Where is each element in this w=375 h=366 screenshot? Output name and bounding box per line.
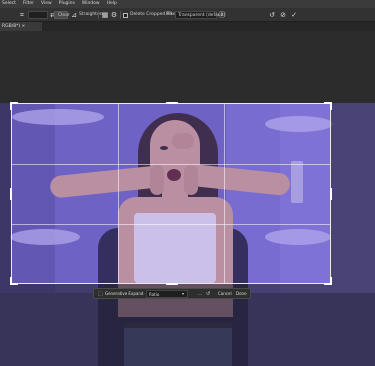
- more-options-button[interactable]: …: [198, 290, 202, 298]
- commit-check-icon[interactable]: ✓: [290, 11, 298, 19]
- options-bar: ⌗ ⇄ Clear ⊿ Straighten ▦ ⚙ Delete Croppe…: [0, 8, 375, 22]
- menu-select[interactable]: Select: [2, 0, 16, 8]
- document-tab-bar: RGB/8*) ×: [0, 22, 375, 31]
- menu-window[interactable]: Window: [82, 0, 100, 8]
- crop-handle-bottom[interactable]: [166, 283, 178, 285]
- crop-handle-bottom-left[interactable]: [10, 277, 18, 285]
- crop-grid-line: [224, 104, 225, 283]
- done-button[interactable]: Done: [236, 290, 247, 298]
- menu-filter[interactable]: Filter: [23, 0, 34, 8]
- document-tab[interactable]: RGB/8*) ×: [0, 22, 42, 31]
- crop-handle-top[interactable]: [166, 102, 178, 104]
- contextual-task-bar: ⬚ Generative Expand Ratio ▾ … ↺ Cancel D…: [93, 288, 251, 299]
- crop-handle-top-right[interactable]: [324, 102, 332, 110]
- straighten-icon[interactable]: ⊿: [70, 11, 78, 19]
- crop-grid-line: [118, 104, 119, 283]
- chevron-down-icon[interactable]: ▾: [182, 290, 184, 298]
- cancel-button[interactable]: Cancel: [218, 290, 232, 298]
- fill-info-icon[interactable]: ⓘ: [218, 11, 226, 19]
- fill-label: Fill: [166, 12, 173, 17]
- menu-bar: Select Filter View Plugins Window Help: [0, 0, 375, 8]
- reset-icon[interactable]: ↺: [268, 11, 276, 19]
- crop-shield-left: [0, 103, 11, 366]
- clear-button[interactable]: Clear: [54, 11, 70, 19]
- reset-crop-icon[interactable]: ↺: [206, 290, 210, 298]
- crop-shield-right: [331, 103, 375, 366]
- ratio-width-field[interactable]: [28, 11, 48, 19]
- crop-grid-line: [12, 164, 330, 165]
- generative-expand-icon[interactable]: ⬚: [98, 290, 103, 298]
- grid-overlay-icon[interactable]: ▦: [101, 11, 109, 19]
- crop-grid-line: [12, 224, 330, 225]
- cancel-icon[interactable]: ⊘: [279, 11, 287, 19]
- straighten-label[interactable]: Straighten: [79, 11, 103, 19]
- menu-help[interactable]: Help: [107, 0, 117, 8]
- menu-view[interactable]: View: [41, 0, 52, 8]
- fill-dropdown[interactable]: Transparent (default): [175, 11, 225, 19]
- crop-tool-icon[interactable]: ⌗: [18, 11, 26, 19]
- settings-gear-icon[interactable]: ⚙: [110, 11, 118, 19]
- crop-box[interactable]: [10, 102, 332, 285]
- crop-handle-right[interactable]: [330, 188, 332, 200]
- crop-handle-top-left[interactable]: [10, 102, 18, 110]
- delete-cropped-checkbox[interactable]: [123, 12, 128, 18]
- generative-expand-button[interactable]: Generative Expand: [105, 290, 143, 298]
- crop-handle-left[interactable]: [10, 188, 12, 200]
- menu-plugins[interactable]: Plugins: [59, 0, 75, 8]
- crop-handle-bottom-right[interactable]: [324, 277, 332, 285]
